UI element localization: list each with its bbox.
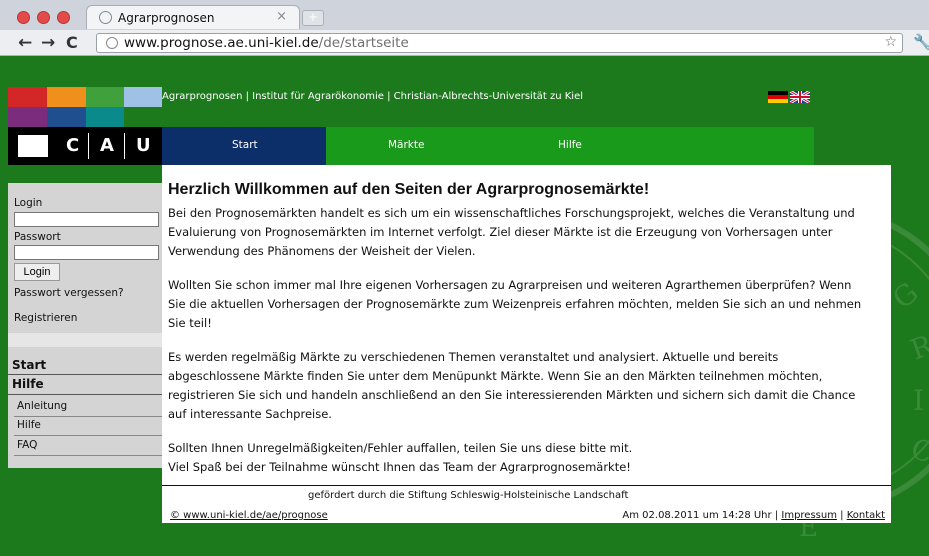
- url-path: /de/startseite: [318, 35, 409, 51]
- date-text: Am 02.08.2011 um 14:28 Uhr |: [622, 510, 779, 521]
- menu-divider: [14, 416, 162, 417]
- login-field[interactable]: [14, 212, 159, 227]
- menu-divider: [14, 435, 162, 436]
- svg-text:I: I: [913, 384, 924, 417]
- sidebar-item-faq[interactable]: FAQ: [17, 439, 37, 451]
- intro-paragraph: Bei den Prognosemärkten handelt es sich …: [168, 206, 855, 258]
- header-strip: Agrarprognosen | Institut für Agrarökono…: [162, 87, 929, 127]
- svg-text:G: G: [886, 276, 924, 316]
- zoom-window-icon[interactable]: [57, 11, 70, 24]
- nav-tab-hilfe[interactable]: Hilfe: [490, 127, 814, 165]
- address-bar: ← → C www.prognose.ae.uni-kiel.de/de/sta…: [0, 30, 929, 56]
- register-link[interactable]: Registrieren: [14, 312, 77, 324]
- logo-letter-c: C: [66, 135, 80, 156]
- menu-divider: [8, 394, 162, 395]
- nav-start-label: Start: [232, 139, 258, 151]
- participation-paragraph: Wollten Sie schon immer mal Ihre eigenen…: [168, 278, 862, 330]
- login-label: Login: [14, 197, 43, 209]
- reload-icon[interactable]: C: [66, 33, 78, 52]
- header-links[interactable]: Agrarprognosen | Institut für Agrarökono…: [162, 91, 583, 102]
- copyright-link[interactable]: © www.uni-kiel.de/ae/prognose: [170, 510, 328, 521]
- wrench-icon[interactable]: 🔧: [913, 33, 929, 51]
- sidebar-item-anleitung[interactable]: Anleitung: [17, 400, 67, 412]
- kontakt-link[interactable]: Kontakt: [847, 510, 885, 521]
- closing-paragraph: Viel Spaß bei der Teilnahme wünscht Ihne…: [168, 460, 631, 474]
- nav-hilfe-label: Hilfe: [558, 139, 582, 151]
- menu-divider: [14, 455, 162, 456]
- url-field[interactable]: www.prognose.ae.uni-kiel.de/de/startseit…: [96, 33, 903, 53]
- password-field[interactable]: [14, 245, 159, 260]
- footer-right: Am 02.08.2011 um 14:28 Uhr | Impressum |…: [622, 510, 885, 521]
- password-label: Passwort: [14, 231, 61, 243]
- sponsor-text: gefördert durch die Stiftung Schleswig-H…: [308, 490, 629, 501]
- nav-tab-start[interactable]: Start: [162, 127, 326, 165]
- sidebar-divider: [8, 333, 162, 347]
- tab-title: Agrarprognosen: [118, 11, 215, 25]
- footer: gefördert durch die Stiftung Schleswig-H…: [162, 485, 891, 523]
- forgot-password-link[interactable]: Passwort vergessen?: [14, 287, 124, 299]
- sidebar: Login Passwort Login Passwort vergessen?…: [8, 183, 162, 468]
- cau-logo[interactable]: C A U: [8, 127, 162, 165]
- markets-paragraph: Es werden regelmäßig Märkte zu verschied…: [168, 350, 856, 421]
- url-host: www.prognose.ae.uni-kiel.de: [124, 35, 319, 51]
- page-title: Herzlich Willkommen auf den Seiten der A…: [168, 181, 650, 198]
- new-tab-button[interactable]: +: [302, 10, 324, 26]
- close-window-icon[interactable]: [17, 11, 30, 24]
- sidebar-item-hilfe[interactable]: Hilfe: [17, 419, 41, 431]
- main-navigation: Start Märkte Hilfe: [162, 127, 814, 165]
- sidebar-menu-start[interactable]: Start: [12, 358, 46, 372]
- close-tab-icon[interactable]: ×: [276, 9, 287, 24]
- german-flag-icon[interactable]: [768, 91, 788, 103]
- footer-separator: |: [840, 510, 844, 521]
- nav-markte-label: Märkte: [388, 139, 425, 151]
- login-button[interactable]: Login: [14, 263, 60, 281]
- browser-tab[interactable]: Agrarprognosen ×: [86, 5, 300, 29]
- minimize-window-icon[interactable]: [37, 11, 50, 24]
- logo-letter-a: A: [100, 135, 114, 156]
- impressum-link[interactable]: Impressum: [781, 510, 837, 521]
- globe-icon: [106, 37, 118, 49]
- nav-tab-markte[interactable]: Märkte: [326, 127, 490, 165]
- logo-letter-u: U: [136, 135, 151, 156]
- bookmark-star-icon[interactable]: ☆: [884, 34, 897, 50]
- menu-divider: [8, 374, 162, 375]
- back-arrow-icon[interactable]: ←: [18, 33, 32, 53]
- forward-arrow-icon[interactable]: →: [41, 33, 55, 53]
- uk-flag-icon[interactable]: [790, 91, 810, 103]
- main-content: Herzlich Willkommen auf den Seiten der A…: [162, 165, 891, 485]
- globe-icon: [99, 11, 112, 24]
- feedback-paragraph: Sollten Ihnen Unregelmäßigkeiten/Fehler …: [168, 441, 633, 455]
- svg-text:C: C: [907, 432, 929, 470]
- svg-text:R: R: [906, 328, 929, 367]
- sidebar-menu-hilfe[interactable]: Hilfe: [12, 377, 44, 391]
